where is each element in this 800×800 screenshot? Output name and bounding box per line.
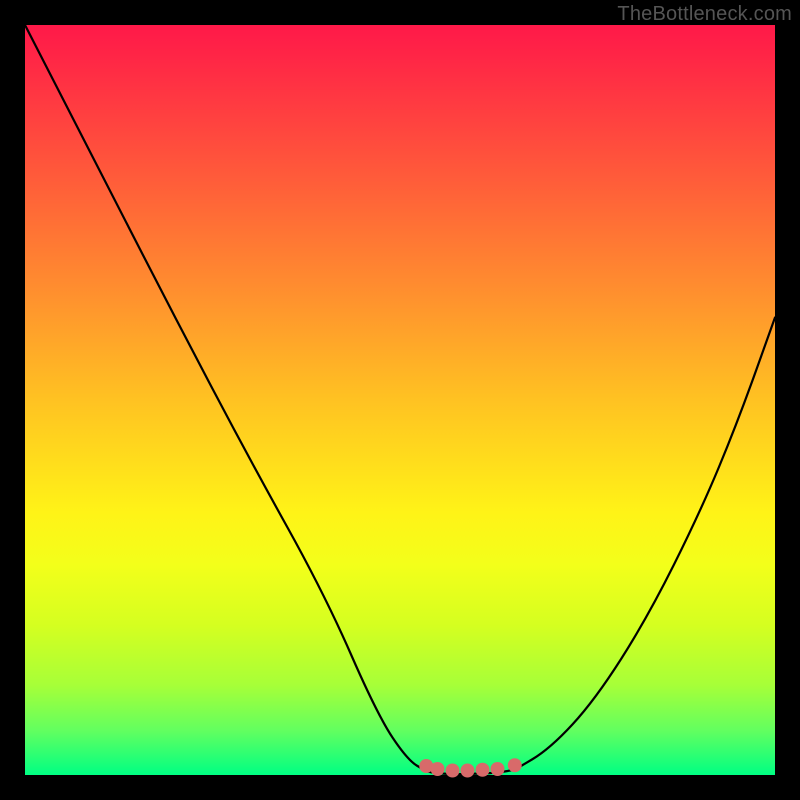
- chart-plot-area: [25, 25, 775, 775]
- valley-marker-7: [508, 758, 522, 772]
- chart-svg: [25, 25, 775, 775]
- bottleneck-curve: [25, 25, 775, 774]
- valley-markers: [419, 758, 522, 777]
- valley-marker-5: [476, 763, 490, 777]
- valley-marker-4: [461, 764, 475, 778]
- chart-frame: TheBottleneck.com: [0, 0, 800, 800]
- valley-marker-3: [446, 764, 460, 778]
- valley-marker-2: [431, 762, 445, 776]
- watermark-text: TheBottleneck.com: [617, 3, 792, 26]
- valley-marker-6: [491, 762, 505, 776]
